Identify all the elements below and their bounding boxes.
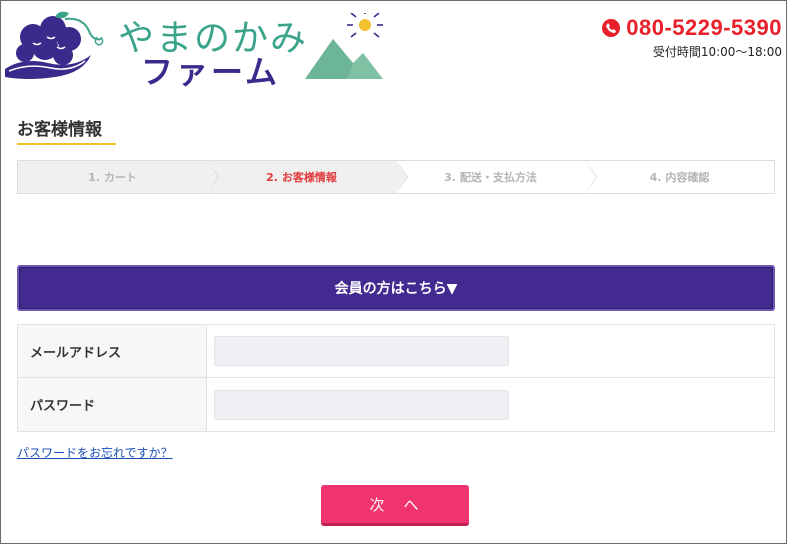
- contact-info: 080-5229-5390 受付時間10:00〜18:00: [602, 15, 782, 60]
- phone-icon: [602, 19, 621, 37]
- email-cell: [207, 325, 774, 377]
- step-label: 1. カート: [88, 171, 137, 184]
- business-hours: 受付時間10:00〜18:00: [652, 45, 782, 59]
- forgot-password-link[interactable]: パスワードをお忘れですか？: [17, 444, 173, 461]
- email-input[interactable]: [214, 336, 509, 366]
- member-login-toggle-button[interactable]: 会員の方はこちら▼: [17, 265, 775, 311]
- email-row: メールアドレス: [18, 325, 774, 378]
- phone-line[interactable]: 080-5229-5390: [602, 15, 782, 41]
- mountain-sun-icon: [305, 13, 383, 79]
- step-label: 2. お客様情報: [266, 171, 337, 184]
- logo-text-line2: ファーム: [141, 53, 281, 91]
- next-button[interactable]: 次 へ: [321, 485, 469, 526]
- phone-number[interactable]: 080-5229-5390: [626, 15, 782, 41]
- grape-logo-icon: [5, 11, 104, 79]
- step-confirm: 4. 内容確認: [585, 161, 774, 193]
- page-frame: やまのかみ ファーム 080-5229-5390 受付時間10:00〜18:00…: [0, 0, 787, 544]
- page-title: お客様情報: [17, 120, 102, 140]
- step-label: 3. 配送・支払方法: [444, 171, 537, 184]
- step-customer-info: 2. お客様情報: [207, 161, 408, 193]
- checkout-steps: 1. カート 2. お客様情報 3. 配送・支払方法 4. 内容確認: [17, 160, 775, 194]
- password-cell: [207, 378, 774, 431]
- step-cart: 1. カート: [18, 161, 219, 193]
- title-underline: [17, 143, 116, 145]
- step-label: 4. 内容確認: [649, 171, 710, 184]
- password-label: パスワード: [18, 378, 207, 431]
- site-logo[interactable]: やまのかみ ファーム: [3, 5, 383, 91]
- step-shipping-payment: 3. 配送・支払方法: [396, 161, 597, 193]
- email-label: メールアドレス: [18, 325, 207, 377]
- password-row: パスワード: [18, 378, 774, 431]
- login-form: メールアドレス パスワード: [17, 324, 775, 432]
- password-input[interactable]: [214, 389, 509, 420]
